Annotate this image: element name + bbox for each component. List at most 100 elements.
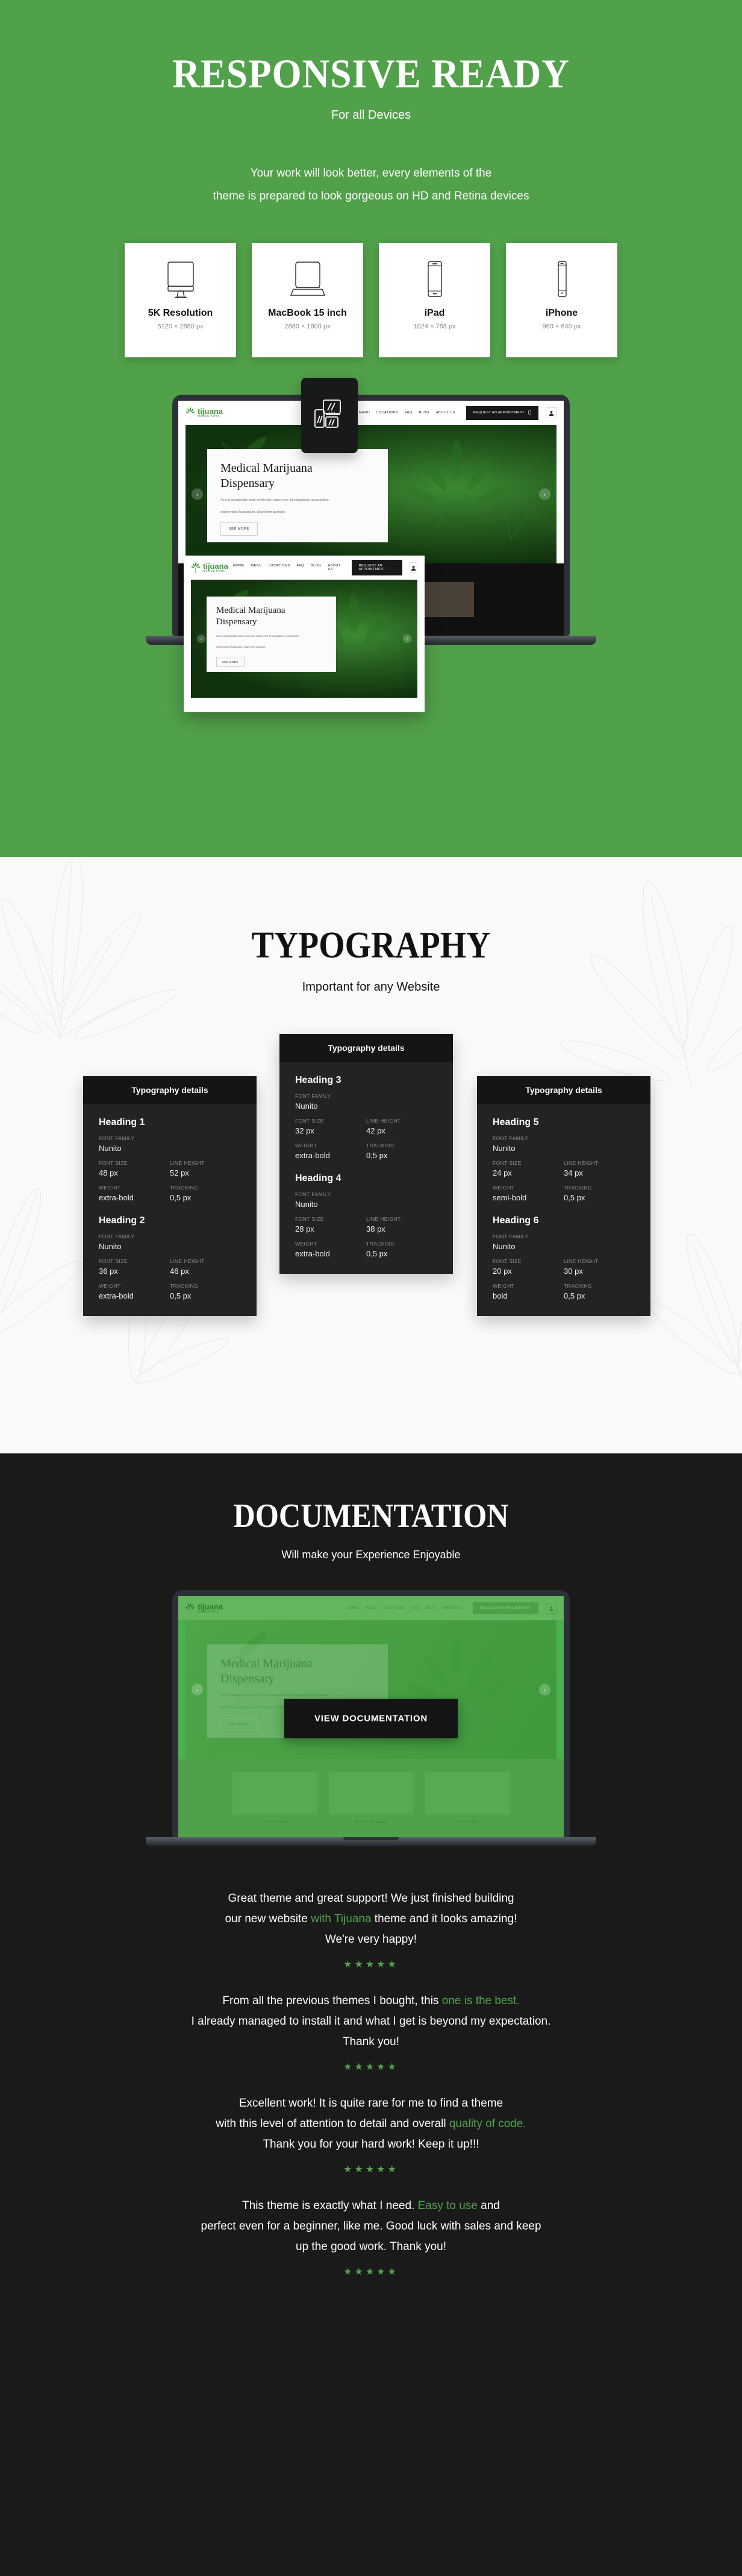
tablet-icon xyxy=(425,261,445,298)
nav-item-locations[interactable]: LOCATIONS xyxy=(269,564,290,571)
responsive-ready-section: RESPONSIVE READY For all Devices Your wo… xyxy=(0,0,742,857)
typography-row-family: FONT FAMILY Nunito xyxy=(493,1135,635,1153)
responsive-description-line-2: theme is prepared to look gorgeous on HD… xyxy=(213,190,529,202)
typography-field-tracking: TRACKING 0,5 px xyxy=(170,1185,241,1202)
mockup-hero-text-line-1: Sed ut perspiciatis unde omnis iste natu… xyxy=(216,635,299,638)
see-more-button[interactable]: SEE MORE xyxy=(220,1718,258,1731)
device-card-ipad[interactable]: iPad 1024 × 768 px xyxy=(379,243,490,357)
testimonial-highlight: with Tijuana xyxy=(311,1913,372,1925)
nav-item-locations[interactable]: LOCATIONS xyxy=(376,411,398,415)
mockup-hero-title-line-2: Dispensary xyxy=(220,1672,275,1685)
testimonial-line: Thank you! xyxy=(343,2035,399,2048)
typography-field-font-size: FONT SIZE 32 px xyxy=(295,1118,366,1135)
site-logo-tagline: medical herbs xyxy=(198,1610,220,1614)
see-more-button[interactable]: SEE MORE xyxy=(220,522,258,536)
nav-item-menu[interactable]: MENU xyxy=(359,411,370,415)
site-logo[interactable]: tijuana medical herbs xyxy=(186,407,223,418)
carousel-prev-icon[interactable]: ‹ xyxy=(192,488,203,500)
request-appointment-button[interactable]: REQUEST AN APPOINTMENT xyxy=(472,1602,538,1614)
typography-field-tracking: TRACKING 0,5 px xyxy=(366,1241,437,1258)
site-logo-text: tijuana medical herbs xyxy=(198,1603,223,1614)
nav-item-menu[interactable]: MENU xyxy=(366,1606,376,1610)
request-appointment-button[interactable]: REQUEST AN APPOINTMENT xyxy=(466,406,538,420)
field-value: bold xyxy=(493,1291,508,1300)
typography-field-line-height: LINE HEIGHT 38 px xyxy=(366,1216,437,1233)
field-value: 42 px xyxy=(366,1126,385,1135)
testimonial-item: From all the previous themes I bought, t… xyxy=(0,1991,742,2073)
typography-field-font-size: FONT SIZE 48 px xyxy=(99,1160,170,1177)
feature-card[interactable]: How to Qualify xyxy=(425,1772,510,1824)
nav-item-about-us[interactable]: ABOUT US xyxy=(443,1606,462,1610)
carousel-next-icon[interactable]: › xyxy=(403,635,411,643)
nav-item-faq[interactable]: FAQ xyxy=(405,411,413,415)
feature-card[interactable]: Browse our menus xyxy=(329,1772,413,1824)
testimonial-text: From all the previous themes I bought, t… xyxy=(0,1991,742,2052)
typography-row-size: FONT SIZE 28 px LINE HEIGHT 38 px xyxy=(295,1216,437,1233)
typography-heading-label: Heading 6 xyxy=(493,1215,539,1226)
nav-item-blog[interactable]: BLOG xyxy=(419,411,429,415)
typography-card-header: Typography details xyxy=(477,1076,650,1104)
site-logo[interactable]: tijuana medical herbs xyxy=(191,562,228,573)
nav-item-blog[interactable]: BLOG xyxy=(426,1606,436,1610)
star-rating: ★★★★★ xyxy=(343,2267,399,2277)
feature-card[interactable]: Our Locations xyxy=(232,1772,317,1824)
mockup-site-nav: HOME MENU LOCATIONS FAQ BLOG ABOUT US xyxy=(341,411,455,415)
nav-item-home[interactable]: HOME xyxy=(348,1606,359,1610)
carousel-next-icon[interactable]: › xyxy=(539,1684,550,1696)
field-value: extra-bold xyxy=(99,1193,134,1202)
mockup-site-header: tijuana medical herbs HOME MENU LOCATION… xyxy=(178,401,564,425)
field-label: FONT FAMILY xyxy=(99,1135,135,1141)
field-label: LINE HEIGHT xyxy=(170,1160,205,1166)
field-value: 38 px xyxy=(366,1224,385,1233)
view-documentation-button[interactable]: VIEW DOCUMENTATION xyxy=(284,1699,458,1738)
testimonial-highlight: one is the best. xyxy=(441,1995,520,2007)
user-icon xyxy=(411,565,416,571)
typography-field-line-height: LINE HEIGHT 34 px xyxy=(564,1160,635,1177)
device-card-iphone[interactable]: iPhone 960 × 640 px xyxy=(506,243,617,357)
carousel-prev-icon[interactable]: ‹ xyxy=(192,1684,203,1696)
field-value: 0,5 px xyxy=(170,1193,192,1202)
cannabis-leaf-icon xyxy=(191,562,201,573)
request-appointment-label: REQUEST AN APPOINTMENT xyxy=(479,1606,531,1610)
testimonial-line: with this level of attention to detail a… xyxy=(216,2117,526,2130)
field-label: FONT SIZE xyxy=(99,1258,128,1264)
field-value: extra-bold xyxy=(99,1291,134,1300)
mockup-hero-card: Medical Marijuana Dispensary Sed ut pers… xyxy=(207,449,388,542)
typography-card-body: Heading 5 FONT FAMILY Nunito FONT SIZE 2… xyxy=(477,1104,650,1316)
mockup-hero: Medical Marijuana Dispensary Sed ut pers… xyxy=(186,1620,556,1759)
device-card-5k[interactable]: 5K Resolution 5120 × 2880 px xyxy=(125,243,236,357)
testimonial-line: From all the previous themes I bought, t… xyxy=(222,1995,520,2007)
phone-icon xyxy=(554,261,570,298)
request-appointment-button[interactable]: REQUEST AN APPOINTMENT xyxy=(351,560,402,575)
device-card-macbook[interactable]: MacBook 15 inch 2880 × 1800 px xyxy=(252,243,363,357)
request-appointment-label: REQUEST AN APPOINTMENT xyxy=(473,411,525,415)
account-button[interactable] xyxy=(546,407,556,418)
site-logo[interactable]: tijuana medical herbs xyxy=(186,1603,223,1614)
nav-item-blog[interactable]: BLOG xyxy=(311,564,321,571)
see-more-button[interactable]: SEE MORE xyxy=(216,657,245,667)
account-button[interactable] xyxy=(546,1603,556,1614)
nav-item-menu[interactable]: MENU xyxy=(251,564,261,571)
nav-item-about-us[interactable]: ABOUT US xyxy=(328,564,340,571)
field-label: FONT FAMILY xyxy=(295,1093,331,1099)
field-label: LINE HEIGHT xyxy=(366,1118,401,1124)
mockup-hero-title: Medical Marijuana Dispensary xyxy=(216,605,326,628)
nav-item-home[interactable]: HOME xyxy=(233,564,245,571)
typography-row-family: FONT FAMILY Nunito xyxy=(99,1233,241,1251)
mockup-feature-strip: Our Locations Browse our menus How to Qu… xyxy=(178,1759,564,1837)
nav-item-faq[interactable]: FAQ xyxy=(411,1606,419,1610)
nav-item-locations[interactable]: LOCATIONS xyxy=(383,1606,405,1610)
carousel-prev-icon[interactable]: ‹ xyxy=(197,635,205,643)
feature-card-label: How to Qualify xyxy=(454,1819,481,1824)
field-label: FONT SIZE xyxy=(99,1160,128,1166)
field-label: FONT SIZE xyxy=(295,1118,324,1124)
typography-field-tracking: TRACKING 0,5 px xyxy=(366,1142,437,1160)
field-label: FONT SIZE xyxy=(295,1216,324,1222)
account-button[interactable] xyxy=(409,562,417,573)
nav-item-about-us[interactable]: ABOUT US xyxy=(436,411,455,415)
typography-field-weight: WEIGHT extra-bold xyxy=(99,1185,170,1202)
nav-item-faq[interactable]: FAQ xyxy=(297,564,305,571)
carousel-next-icon[interactable]: › xyxy=(539,488,550,500)
device-resolution: 2880 × 1800 px xyxy=(284,323,331,330)
star-rating: ★★★★★ xyxy=(343,2062,399,2072)
